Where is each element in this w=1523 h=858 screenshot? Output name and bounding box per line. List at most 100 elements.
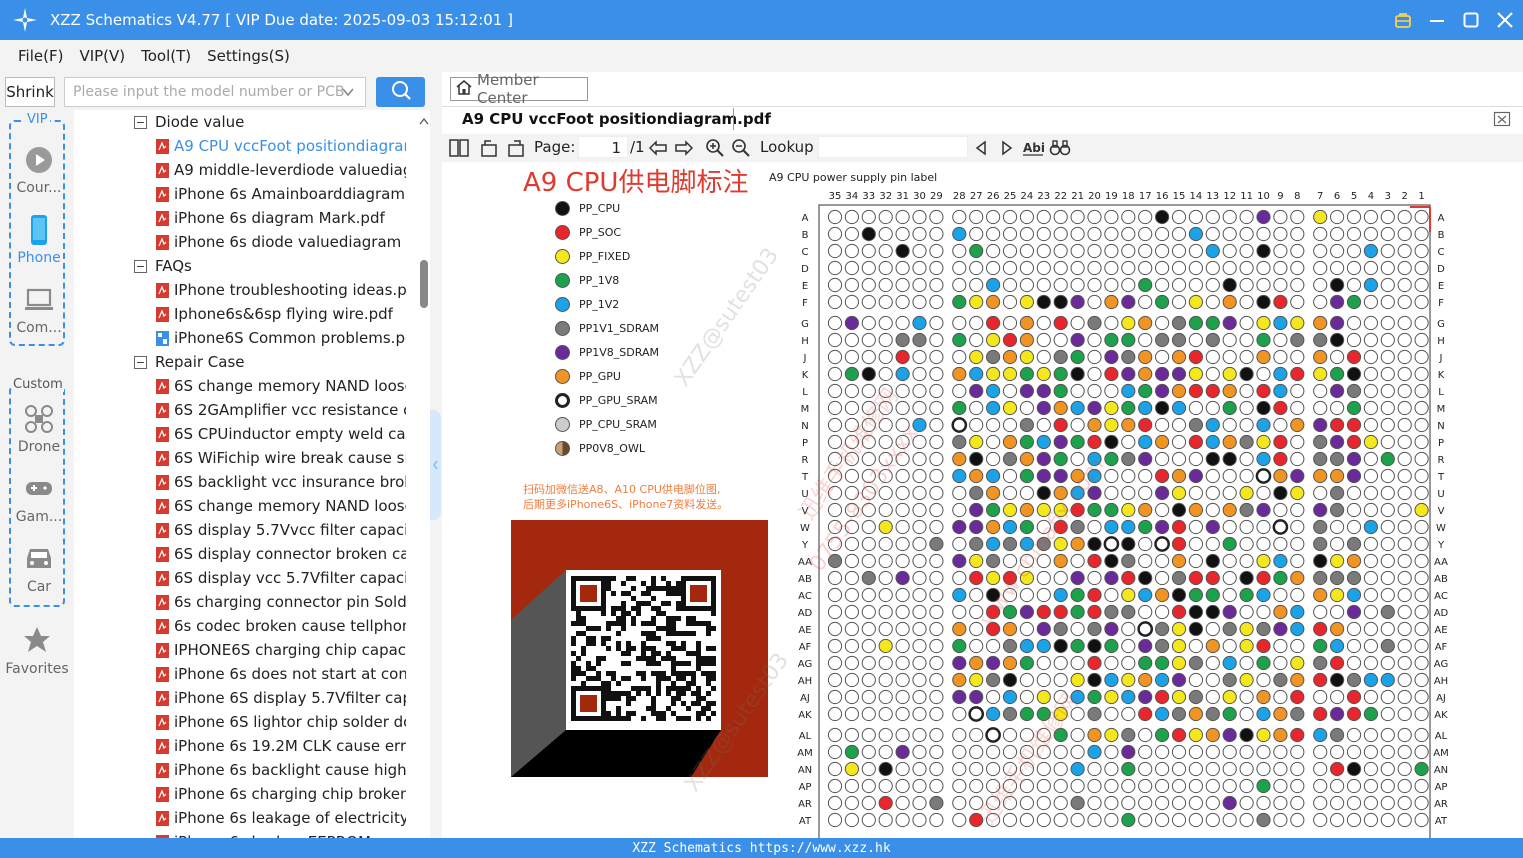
pdf-file-icon <box>156 714 169 730</box>
tab-document[interactable]: A9 CPU vccFoot positiondiagram.pdf <box>462 110 771 128</box>
nav-drone-label: Drone <box>17 439 61 455</box>
tree-item-label: FAQs <box>155 257 192 275</box>
laptop-icon <box>23 284 55 316</box>
tree-file[interactable]: 6S display 5.7Vvcc filter capacitor brok… <box>156 518 406 542</box>
tree-file[interactable]: 6S backlight vcc insurance broken <box>156 470 406 494</box>
svg-text:P: P <box>802 438 808 449</box>
lookup-input[interactable] <box>818 136 968 158</box>
nav-course[interactable]: Cour... <box>11 144 67 206</box>
search-icon <box>390 79 412 105</box>
svg-text:AA: AA <box>798 557 812 568</box>
svg-text:F: F <box>802 298 808 309</box>
prev-page-arrow-icon[interactable] <box>647 137 669 159</box>
tree-item-label: iPhone 6s leakage of electricity no powe… <box>174 809 406 827</box>
tree-file[interactable]: iPhone 6s backlight cause high current <box>156 758 406 782</box>
tree-file[interactable]: iPhone 6s diagram Mark.pdf <box>156 206 406 230</box>
close-button[interactable] <box>1495 10 1515 30</box>
tree-file[interactable]: 6S display vcc 5.7Vfilter capacitor brok… <box>156 566 406 590</box>
tree-item-label: iPhone6S Common problems.pcb <box>174 329 406 347</box>
rotate-right-icon[interactable] <box>505 137 527 159</box>
scroll-up-arrow-icon[interactable] <box>418 114 430 126</box>
tree-file[interactable]: iPhone 6S lightor chip solder dot drop <box>156 710 406 734</box>
tree-file[interactable]: IPhone troubleshooting ideas.pdf <box>156 278 406 302</box>
tree-file[interactable]: 6S display connector broken cause <box>156 542 406 566</box>
menu-tool[interactable]: Tool(T) <box>141 47 191 65</box>
tree-folder[interactable]: − FAQs <box>134 254 424 278</box>
maximize-button[interactable] <box>1461 10 1481 30</box>
find-prev-icon[interactable] <box>970 137 992 159</box>
tree-file[interactable]: 6S CPUinductor empty weld cause <box>156 422 406 446</box>
svg-text:AB: AB <box>1434 574 1448 585</box>
tree-file[interactable]: iPhone6S Common problems.pcb <box>156 326 406 350</box>
page-label: Page: <box>534 138 576 156</box>
tree-file[interactable]: 6s charging connector pin Solder joint <box>156 590 406 614</box>
pdf-file-icon <box>156 378 169 394</box>
collapse-icon[interactable]: − <box>134 115 147 129</box>
next-page-arrow-icon[interactable] <box>673 137 695 159</box>
match-case-icon[interactable]: Abi <box>1022 137 1044 159</box>
tree-file[interactable]: 6S WiFichip wire break cause signal <box>156 446 406 470</box>
tree-scrollbar[interactable] <box>420 260 428 308</box>
nav-game[interactable]: Gam... <box>11 473 67 535</box>
tree-file[interactable]: iPhone 6s does not start at constant <box>156 662 406 686</box>
tree-file[interactable]: 6S 2GAmplifier vcc resistance corrosion <box>156 398 406 422</box>
search-button[interactable] <box>376 77 425 107</box>
tree-file[interactable]: iPhone 6S display 5.7Vfilter capacitor <box>156 686 406 710</box>
page-total: /1 <box>630 138 645 156</box>
tree-file[interactable]: iPhone 6s charging chip broken cause <box>156 782 406 806</box>
svg-text:A: A <box>802 213 809 224</box>
collapse-icon[interactable]: − <box>134 259 147 273</box>
tree-file[interactable]: A9 middle-leverdiode valuediagram.pdf <box>156 158 406 182</box>
nav-favorites[interactable]: Favorites <box>0 625 74 677</box>
svg-text:E: E <box>1438 281 1444 292</box>
member-center-button[interactable]: Member Center <box>450 71 588 107</box>
pdf-file-icon <box>156 546 169 562</box>
tree-file[interactable]: 6s codec broken cause tellphone restart <box>156 614 406 638</box>
zoom-out-icon[interactable] <box>730 137 752 159</box>
svg-text:18: 18 <box>1122 191 1135 202</box>
tree-file[interactable]: iPhone 6s leakage of electricity no powe… <box>156 806 406 830</box>
close-tab-icon[interactable] <box>1493 110 1511 128</box>
nav-drone[interactable]: Drone <box>11 403 67 465</box>
tree-file[interactable]: 6S change memory NAND loose welding <box>156 374 406 398</box>
phone-icon <box>23 214 55 246</box>
drone-icon <box>23 403 55 435</box>
chevron-down-icon[interactable] <box>341 85 355 103</box>
tree-file[interactable]: iPhone 6s 19.2M CLK cause error restart <box>156 734 406 758</box>
tree-folder[interactable]: − Repair Case <box>134 350 424 374</box>
search-input[interactable]: Please input the model number or PCB <box>64 77 366 107</box>
rotate-left-icon[interactable] <box>478 137 500 159</box>
home-icon <box>455 79 473 99</box>
tree-file[interactable]: 6S change memory NAND loose welding <box>156 494 406 518</box>
nav-course-label: Cour... <box>16 180 62 196</box>
collapse-icon[interactable]: − <box>134 355 147 369</box>
tree-item-label: iPhone 6S display 5.7Vfilter capacitor <box>174 689 406 707</box>
nav-computer[interactable]: Com... <box>11 284 67 346</box>
tree-file[interactable]: iPhone 6s Amainboarddiagram Mark.pdf <box>156 182 406 206</box>
svg-text:15: 15 <box>1173 191 1186 202</box>
svg-text:AK: AK <box>1434 710 1448 721</box>
menu-settings[interactable]: Settings(S) <box>207 47 290 65</box>
two-page-icon[interactable] <box>448 137 470 159</box>
tree-file[interactable]: A9 CPU vccFoot positiondiagram.pdf <box>156 134 406 158</box>
tree-file[interactable]: iPhone 6s diode valuediagram diagram.pdf <box>156 230 406 254</box>
svg-text:AL: AL <box>1435 731 1448 742</box>
zoom-in-icon[interactable] <box>704 137 726 159</box>
menu-vip[interactable]: VIP(V) <box>79 47 125 65</box>
nav-phone[interactable]: Phone <box>11 214 67 276</box>
tree-file[interactable]: Iphone6s&6sp flying wire.pdf <box>156 302 406 326</box>
tree-file[interactable]: iPhone 6s broken EEPROM cause <box>156 830 406 838</box>
menu-file[interactable]: File(F) <box>18 47 63 65</box>
page-input[interactable]: 1 <box>578 136 628 158</box>
shrink-button[interactable]: Shrink <box>5 77 55 107</box>
collapse-handle[interactable] <box>430 410 441 520</box>
nav-car[interactable]: Car <box>11 543 67 605</box>
find-next-icon[interactable] <box>996 137 1018 159</box>
vip-bag-icon[interactable] <box>1393 10 1413 30</box>
star-icon <box>22 625 52 659</box>
pdf-file-icon <box>156 810 169 826</box>
minimize-button[interactable] <box>1427 10 1447 30</box>
tree-file[interactable]: IPHONE6S charging chip capacitor <box>156 638 406 662</box>
tree-folder[interactable]: − Diode value <box>134 110 424 134</box>
binoculars-icon[interactable] <box>1049 137 1071 159</box>
